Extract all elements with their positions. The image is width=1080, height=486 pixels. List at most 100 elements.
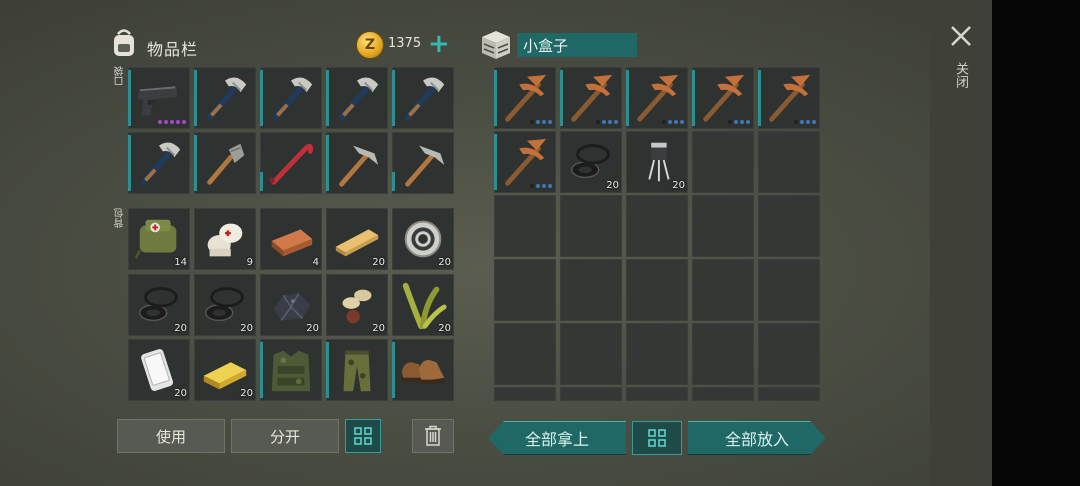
empty-slot[interactable] [692,323,754,385]
empty-slot[interactable] [692,195,754,257]
box-stack-icon [479,28,513,60]
item-slot[interactable] [326,132,388,194]
use-button[interactable]: 使用 [117,419,225,453]
empty-slot[interactable] [758,259,820,321]
empty-slot[interactable] [494,323,556,385]
item-slot[interactable]: 20 [392,208,454,270]
item-slot[interactable]: 9 [194,208,256,270]
quality-dots [158,120,186,124]
put-all-button[interactable]: 全部放入 [688,421,826,455]
item-slot[interactable] [260,132,322,194]
item-slot[interactable] [194,67,256,129]
camo-pants-icon [343,350,371,392]
item-slot[interactable] [758,67,820,129]
sort-inventory-button[interactable] [345,419,381,453]
quality-dots [728,120,750,124]
inventory-title: 物品栏 [147,40,199,59]
discard-button[interactable] [412,419,454,453]
empty-slot[interactable] [560,323,622,385]
split-button[interactable]: 分开 [231,419,339,453]
copper-pickaxe-icon [703,74,745,122]
empty-slot[interactable] [494,259,556,321]
item-count: 20 [372,257,385,268]
item-slot[interactable]: 20 [626,131,688,193]
item-slot[interactable] [692,67,754,129]
empty-slot[interactable] [692,259,754,321]
grid-icon [648,429,666,447]
copper-pickaxe-icon [505,138,547,186]
item-slot[interactable] [326,67,388,129]
close-label[interactable]: 关闭 [951,62,970,88]
item-slot[interactable] [194,132,256,194]
close-icon[interactable] [949,24,973,48]
item-slot[interactable]: 4 [260,208,322,270]
quality-dots [530,184,552,188]
hatchet-icon [338,77,379,121]
item-slot[interactable] [326,339,388,401]
empty-slot[interactable] [494,195,556,257]
backpack-icon [110,28,138,58]
empty-slot[interactable] [560,195,622,257]
item-slot[interactable]: 20 [260,274,322,336]
empty-slot[interactable] [560,387,622,401]
copper-ingot-icon [271,229,313,257]
item-slot[interactable] [392,339,454,401]
item-count: 14 [174,257,187,268]
empty-slot[interactable] [758,323,820,385]
item-slot[interactable] [128,132,190,194]
hatchet-icon [272,77,313,121]
copper-pickaxe-icon [769,74,811,122]
empty-slot[interactable] [560,259,622,321]
empty-slot[interactable] [692,387,754,401]
item-slot[interactable]: 20 [128,274,190,336]
item-slot[interactable] [626,67,688,129]
empty-slot[interactable] [626,195,688,257]
item-slot[interactable] [560,67,622,129]
item-slot[interactable]: 14 [128,208,190,270]
item-slot[interactable]: 20 [560,131,622,193]
item-slot[interactable] [260,67,322,129]
gold-coin-icon: Z [356,31,384,59]
trash-icon [425,425,441,446]
item-slot[interactable] [392,132,454,194]
empty-slot[interactable] [626,323,688,385]
copper-pickaxe-icon [637,74,679,122]
crowbar-icon [268,143,314,185]
item-slot[interactable] [494,67,556,129]
sort-box-button[interactable] [632,421,682,455]
pistol-icon [137,86,178,116]
camo-vest-icon [271,350,311,392]
item-slot[interactable]: 20 [326,274,388,336]
add-gold-button[interactable]: + [428,31,450,57]
item-count: 20 [240,323,253,334]
item-slot[interactable]: 20 [326,208,388,270]
item-slot[interactable]: 20 [128,339,190,401]
boots-icon [401,360,445,384]
item-slot[interactable] [494,131,556,193]
item-slot[interactable]: 20 [194,339,256,401]
empty-slot[interactable] [758,195,820,257]
pocket-label: 口袋 [115,66,126,86]
item-count: 20 [438,257,451,268]
empty-slot[interactable] [758,387,820,401]
gold-amount: 1375 [388,36,422,51]
item-slot[interactable]: 20 [194,274,256,336]
empty-slot[interactable] [758,131,820,193]
item-slot[interactable]: 20 [392,274,454,336]
empty-slot[interactable] [494,387,556,401]
item-slot[interactable] [260,339,322,401]
item-slot[interactable] [392,67,454,129]
empty-slot[interactable] [626,387,688,401]
empty-slot[interactable] [692,131,754,193]
empty-slot[interactable] [626,259,688,321]
copper-pickaxe-icon [505,74,547,122]
quality-dots [530,120,552,124]
take-all-button[interactable]: 全部拿上 [488,421,626,455]
item-count: 20 [240,388,253,399]
item-count: 4 [312,257,319,268]
item-count: 20 [606,180,619,191]
item-count: 20 [174,323,187,334]
screen-edge-bar [992,0,1080,486]
item-slot[interactable] [128,67,190,129]
shovel-icon [207,143,245,185]
